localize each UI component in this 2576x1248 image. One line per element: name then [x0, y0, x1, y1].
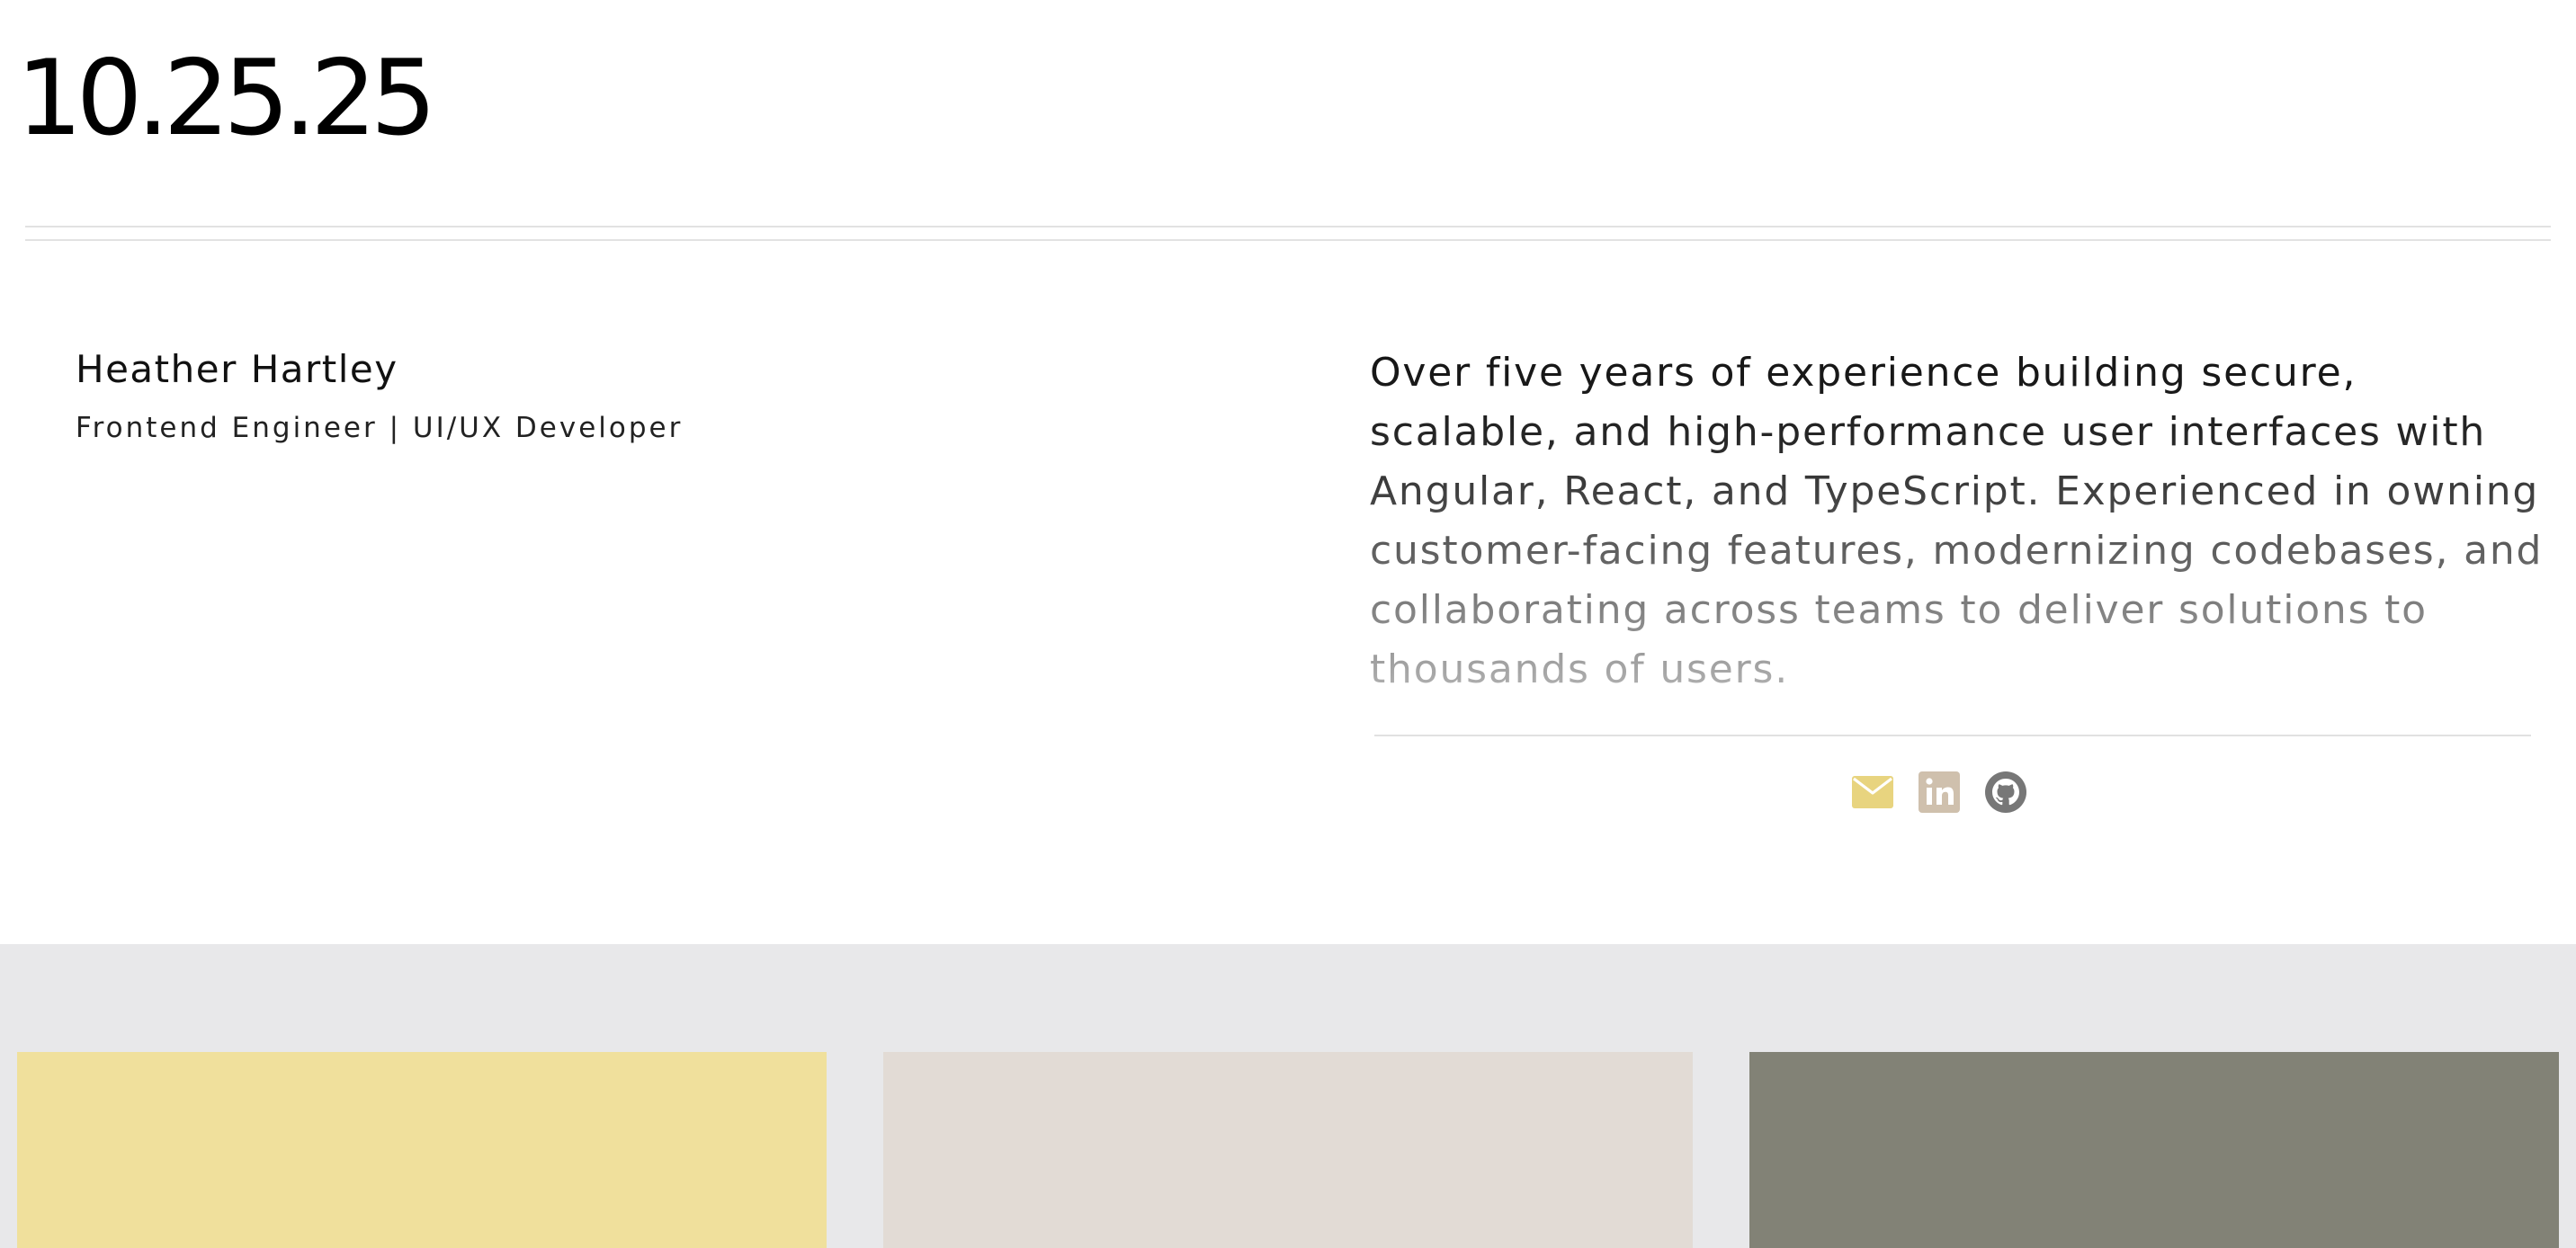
github-link[interactable] — [1984, 771, 2027, 814]
bio-divider — [1374, 735, 2531, 736]
portfolio-page: 10.25.25 Heather Hartley Frontend Engine… — [0, 0, 2576, 1248]
header-divider-top — [25, 226, 2551, 227]
email-link[interactable] — [1851, 771, 1894, 814]
envelope-icon — [1852, 776, 1893, 808]
projects-section — [0, 944, 2576, 1248]
linkedin-icon — [1919, 771, 1960, 813]
project-card[interactable] — [17, 1052, 827, 1248]
profile-role: Frontend Engineer | UI/UX Developer — [76, 412, 684, 444]
hero-section: 10.25.25 Heather Hartley Frontend Engine… — [0, 0, 2576, 944]
profile-name: Heather Hartley — [76, 347, 398, 391]
linkedin-link[interactable] — [1918, 771, 1961, 814]
site-logo[interactable]: 10.25.25 — [16, 41, 437, 156]
social-links — [1851, 769, 2027, 816]
project-card[interactable] — [883, 1052, 1693, 1248]
header-divider-bottom — [25, 239, 2551, 241]
bio-text: Over five years of experience building s… — [1370, 343, 2548, 700]
github-icon — [1985, 771, 2026, 813]
project-card[interactable] — [1749, 1052, 2559, 1248]
